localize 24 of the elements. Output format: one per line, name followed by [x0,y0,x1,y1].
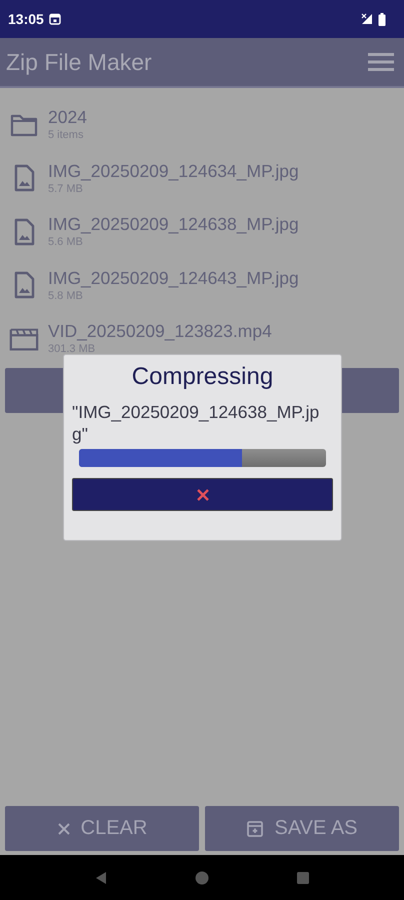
back-icon[interactable] [94,870,108,884]
close-icon [56,822,71,836]
file-name: IMG_20250209_124638_MP.jpg [48,214,299,236]
menu-icon[interactable] [368,52,394,72]
folder-icon [9,112,39,137]
close-icon [196,488,210,502]
recents-icon[interactable] [296,870,310,884]
calendar-icon [48,13,61,25]
home-icon[interactable] [194,870,209,884]
file-name: VID_20250209_123823.mp4 [48,321,272,342]
save-as-button[interactable]: SAVE AS [205,806,399,851]
dialog-title: Compressing [132,363,274,391]
battery-icon [378,12,386,26]
signal-icon [361,13,373,25]
dialog-message: "IMG_20250209_124638_MP.jpg" [72,401,320,445]
cancel-button[interactable] [72,478,333,511]
clapperboard-icon [9,326,39,352]
file-name: 2024 [48,107,87,128]
clear-button[interactable]: CLEAR [5,806,199,851]
archive-icon [246,820,264,838]
file-name: IMG_20250209_124643_MP.jpg [48,268,299,289]
status-time: 13:05 [8,11,44,27]
file-name: IMG_20250209_124634_MP.jpg [48,160,299,182]
app-title: Zip File Maker [6,48,152,76]
